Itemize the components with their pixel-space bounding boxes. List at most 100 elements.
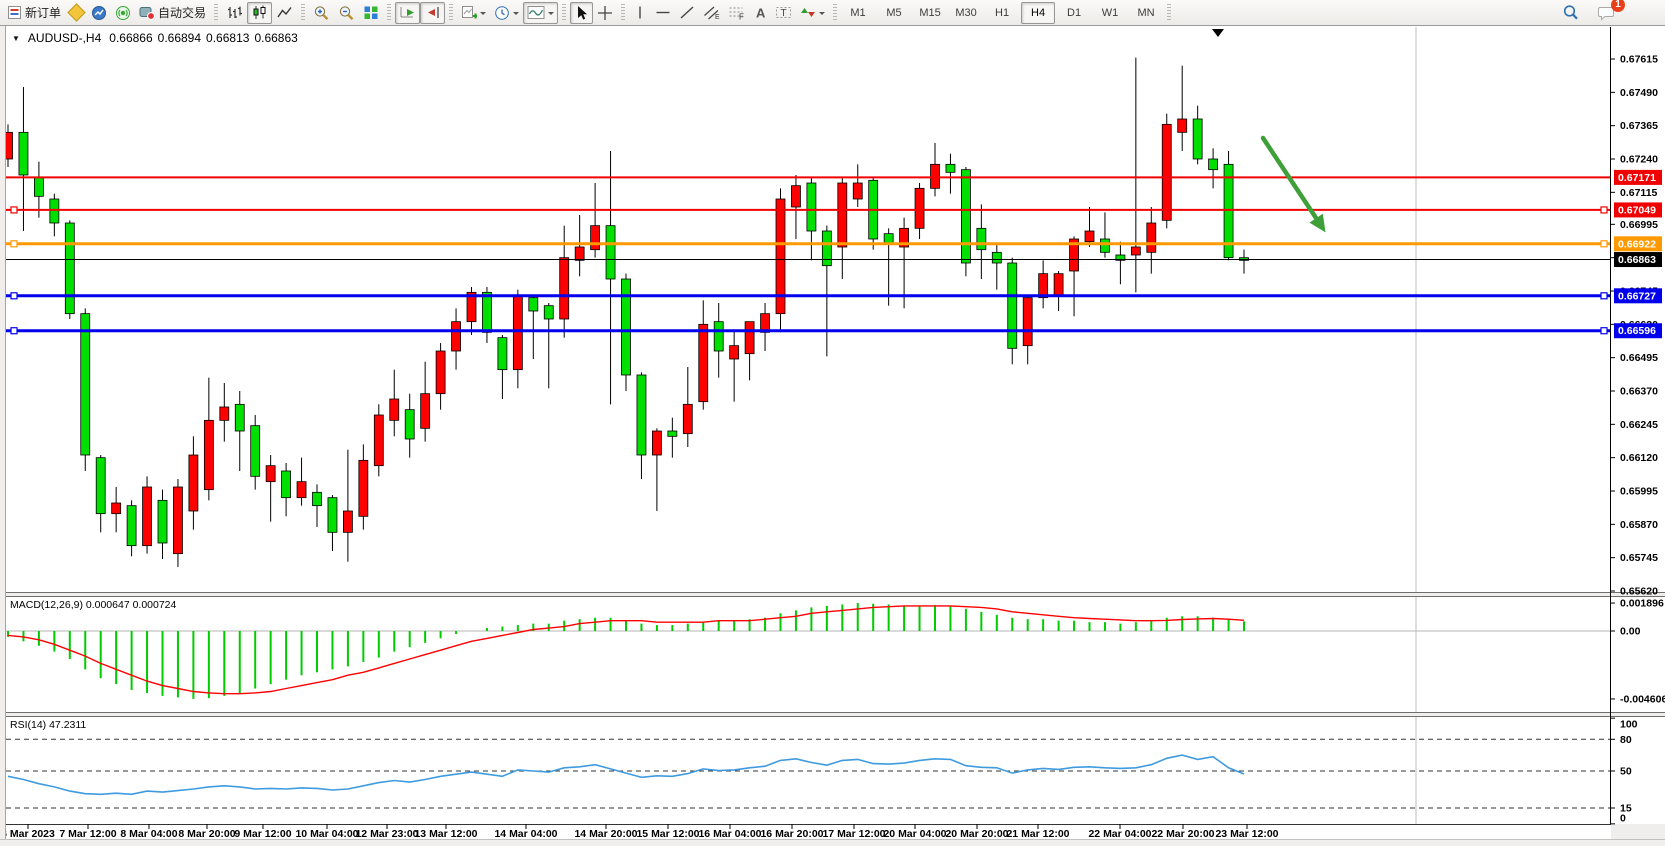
- macd-tick-label: 0.00: [1620, 626, 1641, 638]
- channel-button[interactable]: E: [699, 2, 724, 24]
- tab-timeframe-H4[interactable]: H4: [1021, 2, 1055, 24]
- price-tick-label: 0.66120: [1620, 452, 1658, 464]
- candle-body: [405, 410, 414, 439]
- tab-timeframe-H1[interactable]: H1: [985, 2, 1019, 24]
- candle-body: [204, 420, 213, 489]
- candle-body: [745, 322, 754, 354]
- new-order-button[interactable]: 新订单: [3, 2, 65, 24]
- chevron-down-icon: [480, 12, 486, 18]
- horizontal-line-button[interactable]: [651, 2, 675, 24]
- rsi-tick-label: 0: [1620, 813, 1626, 825]
- chevron-down-icon: [513, 12, 519, 18]
- candle-body: [1085, 231, 1094, 242]
- price-tick-label: 0.65870: [1620, 519, 1658, 531]
- toolbar-separator: [387, 4, 391, 22]
- candle-body: [807, 183, 816, 231]
- horizontal-line-icon: [655, 5, 671, 20]
- chart-shift-button[interactable]: [420, 2, 445, 24]
- label-button[interactable]: T: [771, 2, 796, 24]
- line-handle[interactable]: [11, 293, 17, 299]
- notifications-button[interactable]: 1: [1593, 2, 1619, 24]
- text-button[interactable]: A: [749, 2, 771, 24]
- candle-body: [158, 500, 167, 543]
- search-button[interactable]: [1558, 2, 1583, 24]
- tab-timeframe-M5[interactable]: M5: [877, 2, 911, 24]
- tab-timeframe-M30[interactable]: M30: [949, 2, 983, 24]
- tab-timeframe-D1[interactable]: D1: [1057, 2, 1091, 24]
- candle-body: [313, 492, 322, 505]
- bar-chart-icon: [226, 5, 243, 20]
- candle-body: [498, 338, 507, 370]
- ohlc-close: 0.66863: [254, 31, 297, 45]
- price-badge-label: 0.66863: [1618, 254, 1656, 266]
- line-handle[interactable]: [11, 207, 17, 213]
- crosshair-icon: [597, 5, 613, 21]
- candle-body: [637, 375, 646, 455]
- candle-body: [560, 258, 569, 319]
- macd-tick-label: 0.001896: [1620, 598, 1664, 610]
- tile-windows-button[interactable]: [359, 2, 383, 24]
- line-handle[interactable]: [1601, 207, 1607, 213]
- trendline-button[interactable]: [675, 2, 699, 24]
- line-handle[interactable]: [11, 328, 17, 334]
- metaeditor-icon: [67, 3, 85, 21]
- candle-body: [343, 511, 352, 532]
- metaeditor-button[interactable]: [65, 2, 87, 24]
- candle-body: [1147, 223, 1156, 252]
- candle-body: [482, 292, 491, 332]
- line-handle[interactable]: [1601, 293, 1607, 299]
- candle-body: [591, 226, 600, 250]
- zoom-in-button[interactable]: [309, 2, 334, 24]
- period-button[interactable]: [490, 2, 523, 24]
- line-handle[interactable]: [11, 241, 17, 247]
- indicators-button[interactable]: [523, 2, 558, 24]
- candle-body: [359, 460, 368, 516]
- candle-body: [328, 498, 337, 533]
- signals-icon: [115, 5, 131, 21]
- price-tick-label: 0.67240: [1620, 154, 1658, 166]
- candle-body: [1162, 124, 1171, 220]
- candle-body: [50, 199, 59, 223]
- candle-body: [1209, 159, 1218, 170]
- status-bar: [0, 839, 1665, 846]
- auto-scroll-button[interactable]: [395, 2, 420, 24]
- price-badge-label: 0.66922: [1618, 238, 1656, 250]
- auto-trading-button[interactable]: 自动交易: [135, 2, 210, 24]
- candle-body: [730, 346, 739, 359]
- price-tick-label: 0.65995: [1620, 486, 1658, 498]
- line-handle[interactable]: [1601, 328, 1607, 334]
- candle-body: [853, 183, 862, 199]
- candle-body: [220, 407, 229, 420]
- new-chart-button[interactable]: [457, 2, 490, 24]
- tab-timeframe-M1[interactable]: M1: [841, 2, 875, 24]
- candle-body: [1100, 239, 1109, 252]
- signals-button[interactable]: [111, 2, 135, 24]
- price-tick-label: 0.67615: [1620, 54, 1658, 66]
- market-watch-button[interactable]: [87, 2, 111, 24]
- line-chart-button[interactable]: [272, 2, 297, 24]
- vertical-line-icon: [633, 5, 647, 20]
- chart-dropdown-icon[interactable]: ▼: [12, 34, 20, 43]
- vertical-line-button[interactable]: [629, 2, 651, 24]
- tab-timeframe-W1[interactable]: W1: [1093, 2, 1127, 24]
- window-left-border: [0, 26, 6, 846]
- chart-symbol-period: AUDUSD-,H4: [28, 31, 101, 45]
- macd-label: MACD(12,26,9) 0.000647 0.000724: [10, 599, 176, 611]
- cursor-button[interactable]: [570, 2, 593, 24]
- candle-body: [1008, 263, 1017, 348]
- candlestick-button[interactable]: [247, 2, 272, 24]
- channel-icon: E: [703, 5, 720, 20]
- candle-body: [374, 415, 383, 466]
- fibonacci-button[interactable]: F: [724, 2, 749, 24]
- line-handle[interactable]: [1601, 241, 1607, 247]
- zoom-in-icon: [313, 5, 330, 21]
- tab-timeframe-MN[interactable]: MN: [1129, 2, 1163, 24]
- price-badge-label: 0.66596: [1618, 325, 1656, 337]
- zoom-out-button[interactable]: [334, 2, 359, 24]
- shapes-button[interactable]: [796, 2, 829, 24]
- crosshair-button[interactable]: [593, 2, 617, 24]
- tab-timeframe-M15[interactable]: M15: [913, 2, 947, 24]
- bar-chart-button[interactable]: [222, 2, 247, 24]
- toolbar-separator: [833, 4, 837, 22]
- indicators-icon: [527, 5, 545, 20]
